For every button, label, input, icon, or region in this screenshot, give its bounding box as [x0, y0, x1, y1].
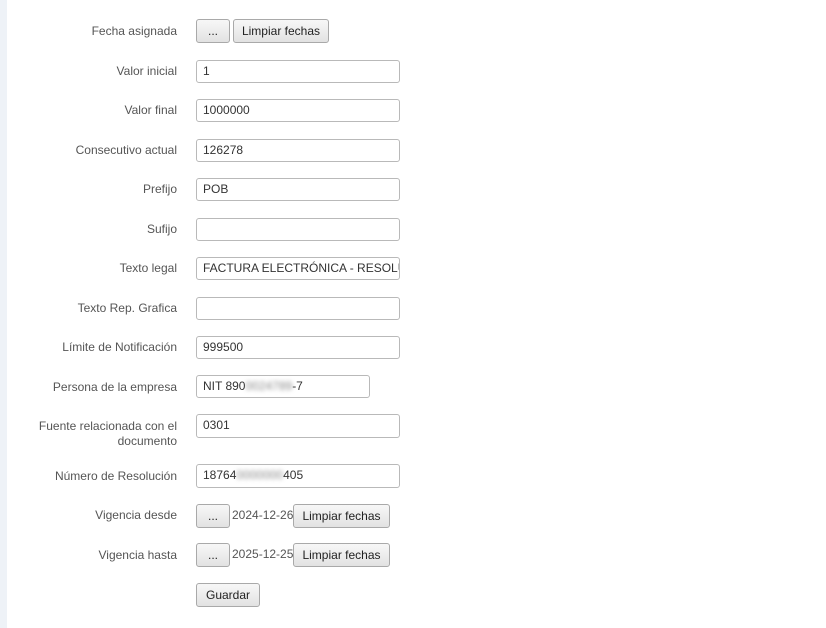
- numero-resolucion-value-suffix: 405: [283, 468, 304, 482]
- valor-inicial-input[interactable]: 1: [196, 60, 400, 83]
- fecha-asignada-picker-button[interactable]: ...: [196, 19, 230, 43]
- texto-legal-label: Texto legal: [119, 261, 177, 275]
- vigencia-hasta-clear-button[interactable]: Limpiar fechas: [293, 543, 390, 567]
- limite-notificacion-input[interactable]: 999500: [196, 336, 400, 359]
- numero-resolucion-value-prefix: 18764: [203, 468, 237, 482]
- valor-final-label: Valor final: [124, 103, 177, 117]
- persona-empresa-input[interactable]: NIT 8900024789-7: [196, 375, 370, 398]
- texto-rep-grafica-label: Texto Rep. Grafica: [77, 301, 177, 315]
- fuente-relacionada-label: Fuente relacionada con el documento: [17, 419, 177, 449]
- resolution-form: Fecha asignada ... Limpiar fechas Valor …: [0, 0, 826, 628]
- vigencia-desde-label: Vigencia desde: [95, 508, 177, 522]
- fuente-relacionada-label-line1: Fuente relacionada con el: [38, 419, 177, 433]
- fuente-relacionada-input[interactable]: 0301: [196, 414, 400, 438]
- valor-inicial-label: Valor inicial: [116, 64, 177, 78]
- consecutivo-actual-label: Consecutivo actual: [75, 143, 177, 157]
- numero-resolucion-input[interactable]: 187640000000405: [196, 464, 400, 488]
- limite-notificacion-label: Límite de Notificación: [62, 340, 177, 354]
- texto-rep-grafica-input[interactable]: [196, 297, 400, 320]
- sufijo-input[interactable]: [196, 218, 400, 241]
- texto-legal-input[interactable]: FACTURA ELECTRÓNICA - RESOLUCIÓN: [196, 257, 400, 280]
- fecha-asignada-label: Fecha asignada: [91, 24, 177, 38]
- numero-resolucion-value-redacted: 0000000: [236, 468, 284, 482]
- persona-empresa-label: Persona de la empresa: [52, 380, 177, 394]
- vigencia-hasta-label: Vigencia hasta: [98, 548, 177, 562]
- vigencia-hasta-picker-button[interactable]: ...: [196, 543, 230, 567]
- sufijo-label: Sufijo: [146, 222, 177, 236]
- prefijo-input[interactable]: POB: [196, 178, 400, 201]
- persona-empresa-value-suffix: -7: [292, 379, 303, 393]
- vigencia-desde-clear-button[interactable]: Limpiar fechas: [293, 504, 390, 528]
- valor-final-input[interactable]: 1000000: [196, 99, 400, 122]
- numero-resolucion-label: Número de Resolución: [54, 469, 177, 483]
- consecutivo-actual-input[interactable]: 126278: [196, 139, 400, 162]
- fuente-relacionada-label-line2: documento: [117, 434, 177, 448]
- vigencia-hasta-date: 2025-12-25: [232, 547, 294, 561]
- vigencia-desde-picker-button[interactable]: ...: [196, 504, 230, 528]
- persona-empresa-value-redacted: 0024789: [245, 379, 293, 393]
- vigencia-desde-date: 2024-12-26: [232, 508, 294, 522]
- persona-empresa-value-prefix: NIT 890: [203, 379, 246, 393]
- prefijo-label: Prefijo: [142, 182, 177, 196]
- fecha-asignada-clear-button[interactable]: Limpiar fechas: [233, 19, 329, 43]
- save-button[interactable]: Guardar: [196, 583, 260, 607]
